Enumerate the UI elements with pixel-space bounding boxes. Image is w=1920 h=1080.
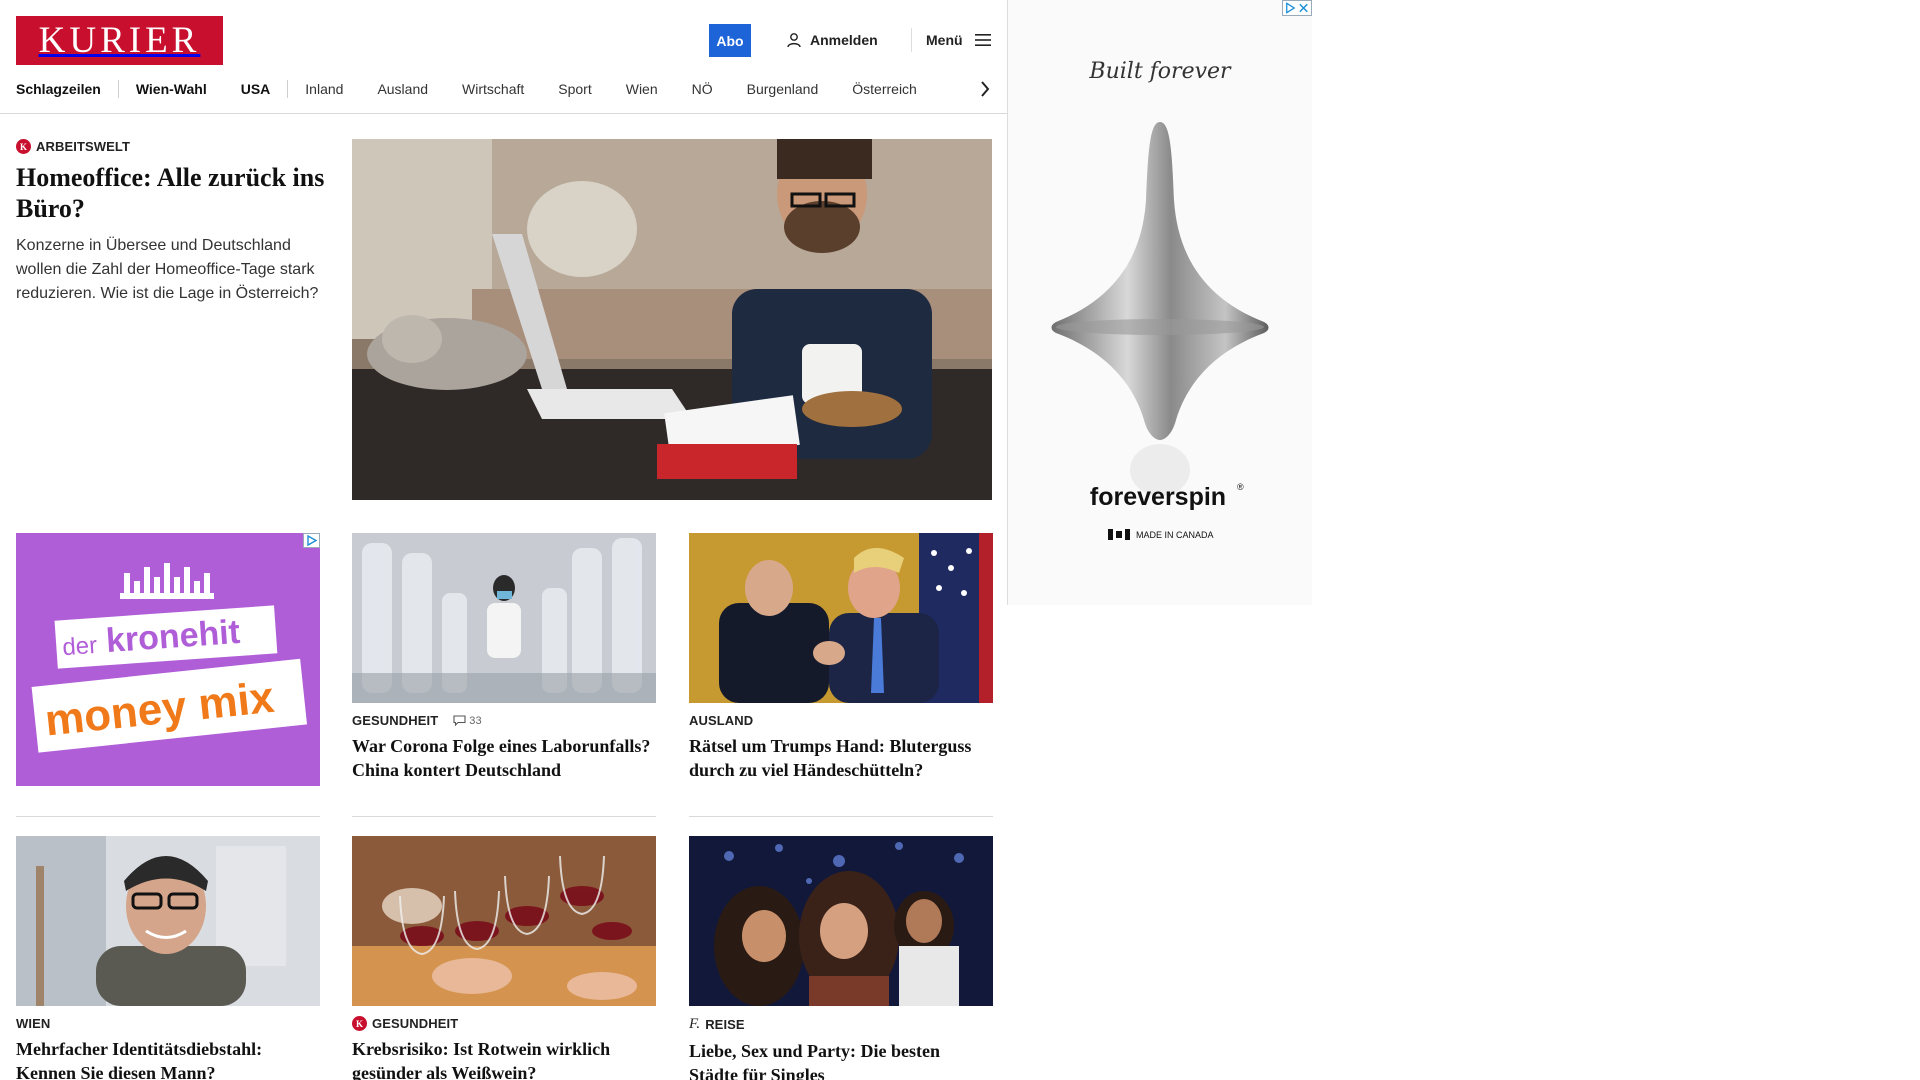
nav-divider xyxy=(117,80,119,98)
ad-made-in: MADE IN CANADA xyxy=(1136,530,1214,540)
article-thumbnail[interactable] xyxy=(16,836,320,1006)
article-kicker-label: WIEN xyxy=(16,1016,51,1031)
abo-button[interactable]: Abo xyxy=(709,24,751,57)
nav-item-usa[interactable]: USA xyxy=(241,81,271,97)
header-divider xyxy=(911,28,912,52)
nav-item-schlagzeilen[interactable]: Schlagzeilen xyxy=(16,81,101,97)
article-card[interactable]: K GESUNDHEIT Krebsrisiko: Ist Rotwein wi… xyxy=(352,836,656,1080)
nav-item-wien[interactable]: Wien xyxy=(626,81,658,97)
article-thumbnail[interactable] xyxy=(689,533,993,703)
article-kicker: GESUNDHEIT 33 xyxy=(352,713,656,728)
lead-image[interactable] xyxy=(352,139,992,500)
lead-teaser: Konzerne in Übersee und Deutschland woll… xyxy=(16,237,319,302)
card-divider xyxy=(16,816,320,817)
freizeit-icon: f. xyxy=(689,1016,701,1032)
lead-kicker: K ARBEITSWELT xyxy=(16,139,326,154)
article-card[interactable]: GESUNDHEIT 33 War Corona Folge eines Lab… xyxy=(352,533,656,782)
article-card[interactable]: AUSLAND Rätsel um Trumps Hand: Blutergus… xyxy=(689,533,993,782)
ad-text-der: der xyxy=(61,632,97,661)
article-headline[interactable]: Krebsrisiko: Ist Rotwein wirklich gesünd… xyxy=(352,1037,656,1080)
homeoffice-photo xyxy=(352,139,992,500)
user-icon xyxy=(787,33,801,48)
article-kicker: AUSLAND xyxy=(689,713,993,728)
article-kicker-label: REISE xyxy=(705,1017,745,1032)
category-nav: Schlagzeilen Wien-Wahl USA Inland Auslan… xyxy=(16,76,994,102)
kurier-plus-icon: K xyxy=(352,1016,367,1031)
news-site: KURIER Abo Anmelden Menü Schlagzeilen Wi… xyxy=(0,0,1007,1080)
login-link[interactable]: Anmelden xyxy=(786,28,878,52)
logo-text: KURIER xyxy=(38,20,201,61)
nav-item-wien-wahl[interactable]: Wien-Wahl xyxy=(136,81,207,97)
party-photo xyxy=(689,836,993,1006)
article-kicker-label: GESUNDHEIT xyxy=(352,713,439,728)
article-kicker-label: AUSLAND xyxy=(689,713,754,728)
chevron-right-icon xyxy=(981,81,990,97)
kronehit-ad[interactable]: der kronehit money mix xyxy=(16,533,320,786)
nav-item-sport[interactable]: Sport xyxy=(558,81,591,97)
kronehit-ad-art: der kronehit money mix xyxy=(16,533,320,786)
article-thumbnail[interactable] xyxy=(352,836,656,1006)
lead-story[interactable]: K ARBEITSWELT Homeoffice: Alle zurück in… xyxy=(16,139,326,306)
card-divider xyxy=(352,816,656,817)
handshake-photo xyxy=(689,533,993,703)
nav-scroll-right-button[interactable] xyxy=(976,78,994,100)
login-label: Anmelden xyxy=(810,32,878,48)
nav-divider-line xyxy=(0,113,1007,114)
article-thumbnail[interactable] xyxy=(352,533,656,703)
article-headline[interactable]: War Corona Folge eines Laborunfalls? Chi… xyxy=(352,734,656,782)
svg-text:®: ® xyxy=(1237,482,1244,492)
card-divider xyxy=(689,816,993,817)
nav-item-burgenland[interactable]: Burgenland xyxy=(747,81,819,97)
menu-button[interactable]: Menü xyxy=(926,28,991,52)
article-headline[interactable]: Mehrfacher Identitätsdiebstahl: Kennen S… xyxy=(16,1037,320,1080)
comment-icon xyxy=(453,715,466,726)
nav-item-ausland[interactable]: Ausland xyxy=(377,81,428,97)
comment-count[interactable]: 33 xyxy=(453,714,482,727)
article-headline[interactable]: Rätsel um Trumps Hand: Bluterguss durch … xyxy=(689,734,993,782)
nav-item-wirtschaft[interactable]: Wirtschaft xyxy=(462,81,524,97)
article-kicker: f. REISE xyxy=(689,1016,993,1033)
adchoices-icon[interactable] xyxy=(303,533,320,548)
menu-label: Menü xyxy=(926,32,963,48)
foreverspin-ad[interactable]: Built forever foreverspin ® MADE IN CANA… xyxy=(1008,0,1312,605)
article-kicker: K GESUNDHEIT xyxy=(352,1016,656,1031)
article-kicker: WIEN xyxy=(16,1016,320,1031)
man-portrait-photo xyxy=(16,836,320,1006)
red-wine-toast-photo xyxy=(352,836,656,1006)
article-headline[interactable]: Liebe, Sex und Party: Die besten Städte … xyxy=(689,1039,993,1080)
article-card[interactable]: WIEN Mehrfacher Identitätsdiebstahl: Ken… xyxy=(16,836,320,1080)
lead-kicker-label: ARBEITSWELT xyxy=(36,139,131,154)
nav-item-inland[interactable]: Inland xyxy=(305,81,343,97)
ad-brand: foreverspin xyxy=(1090,483,1226,511)
article-thumbnail[interactable] xyxy=(689,836,993,1006)
nav-item-noe[interactable]: NÖ xyxy=(692,81,713,97)
nav-divider xyxy=(287,80,289,98)
ad-tagline: Built forever xyxy=(1088,59,1232,84)
lead-headline[interactable]: Homeoffice: Alle zurück ins Büro? xyxy=(16,162,326,224)
foreverspin-ad-art: Built forever foreverspin ® MADE IN CANA… xyxy=(1008,0,1312,605)
hamburger-icon xyxy=(974,34,991,46)
kurier-plus-icon: K xyxy=(16,139,31,154)
kurier-logo[interactable]: KURIER xyxy=(16,16,223,65)
comment-count-value: 33 xyxy=(469,714,482,727)
nav-item-oesterreich[interactable]: Österreich xyxy=(852,81,917,97)
article-kicker-label: GESUNDHEIT xyxy=(372,1016,459,1031)
lab-photo xyxy=(352,533,656,703)
adchoices-icon[interactable] xyxy=(1282,0,1312,16)
article-card[interactable]: f. REISE Liebe, Sex und Party: Die beste… xyxy=(689,836,993,1080)
